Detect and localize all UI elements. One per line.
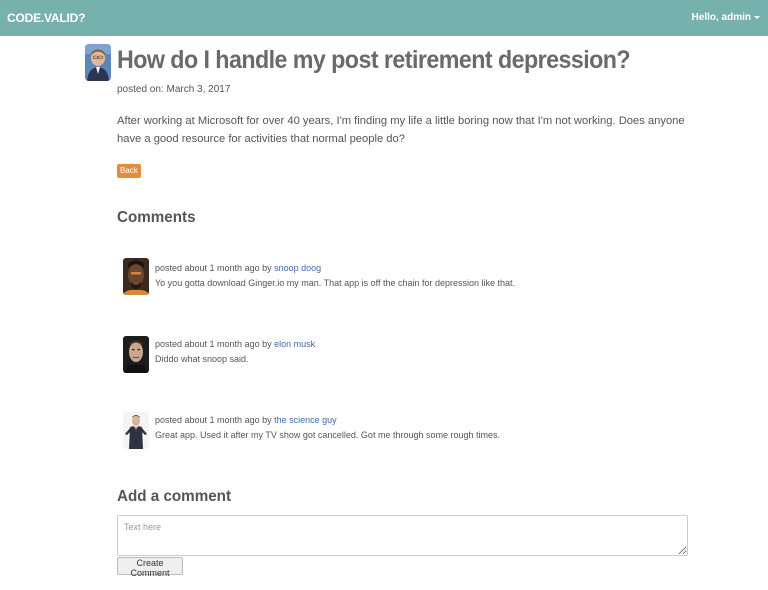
add-comment-heading: Add a comment (117, 488, 232, 505)
comment-meta: posted about 1 month ago by snoop doog (155, 263, 321, 273)
navbar: CODE.VALID? Hello, admin (0, 0, 768, 36)
back-button[interactable]: Back (117, 164, 141, 178)
post-author-avatar (85, 44, 111, 81)
comments-heading: Comments (117, 209, 196, 226)
post-body: After working at Microsoft for over 40 y… (117, 115, 685, 145)
post-date: posted on: March 3, 2017 (117, 84, 231, 95)
comment-text: Yo you gotta download Ginger.io my man. … (155, 278, 516, 288)
user-menu-dropdown[interactable]: Hello, admin (692, 12, 760, 23)
post-title: How do I handle my post retirement depre… (117, 46, 631, 74)
user-greeting: Hello, admin (691, 12, 751, 23)
brand-link[interactable]: CODE.VALID? (7, 11, 85, 25)
comment-posted-label: posted about 1 month ago by (155, 415, 275, 425)
comment-author-link[interactable]: snoop doog (274, 263, 321, 273)
comment-text: Diddo what snoop said. (155, 354, 249, 364)
comment-author-link[interactable]: elon musk (274, 339, 315, 349)
caret-down-icon (754, 15, 760, 19)
comment-avatar (123, 412, 149, 449)
comment-posted-label: posted about 1 month ago by (155, 263, 275, 273)
create-comment-button[interactable]: Create Comment (117, 557, 183, 578)
comment-text: Great app. Used it after my TV show got … (155, 430, 500, 440)
comment-author-link[interactable]: the science guy (274, 415, 337, 425)
comment-textarea[interactable] (117, 515, 688, 556)
comment-avatar (123, 258, 149, 295)
comment-avatar (123, 336, 149, 373)
comment-meta: posted about 1 month ago by the science … (155, 415, 337, 425)
comment-meta: posted about 1 month ago by elon musk (155, 339, 315, 349)
comment-posted-label: posted about 1 month ago by (155, 339, 275, 349)
